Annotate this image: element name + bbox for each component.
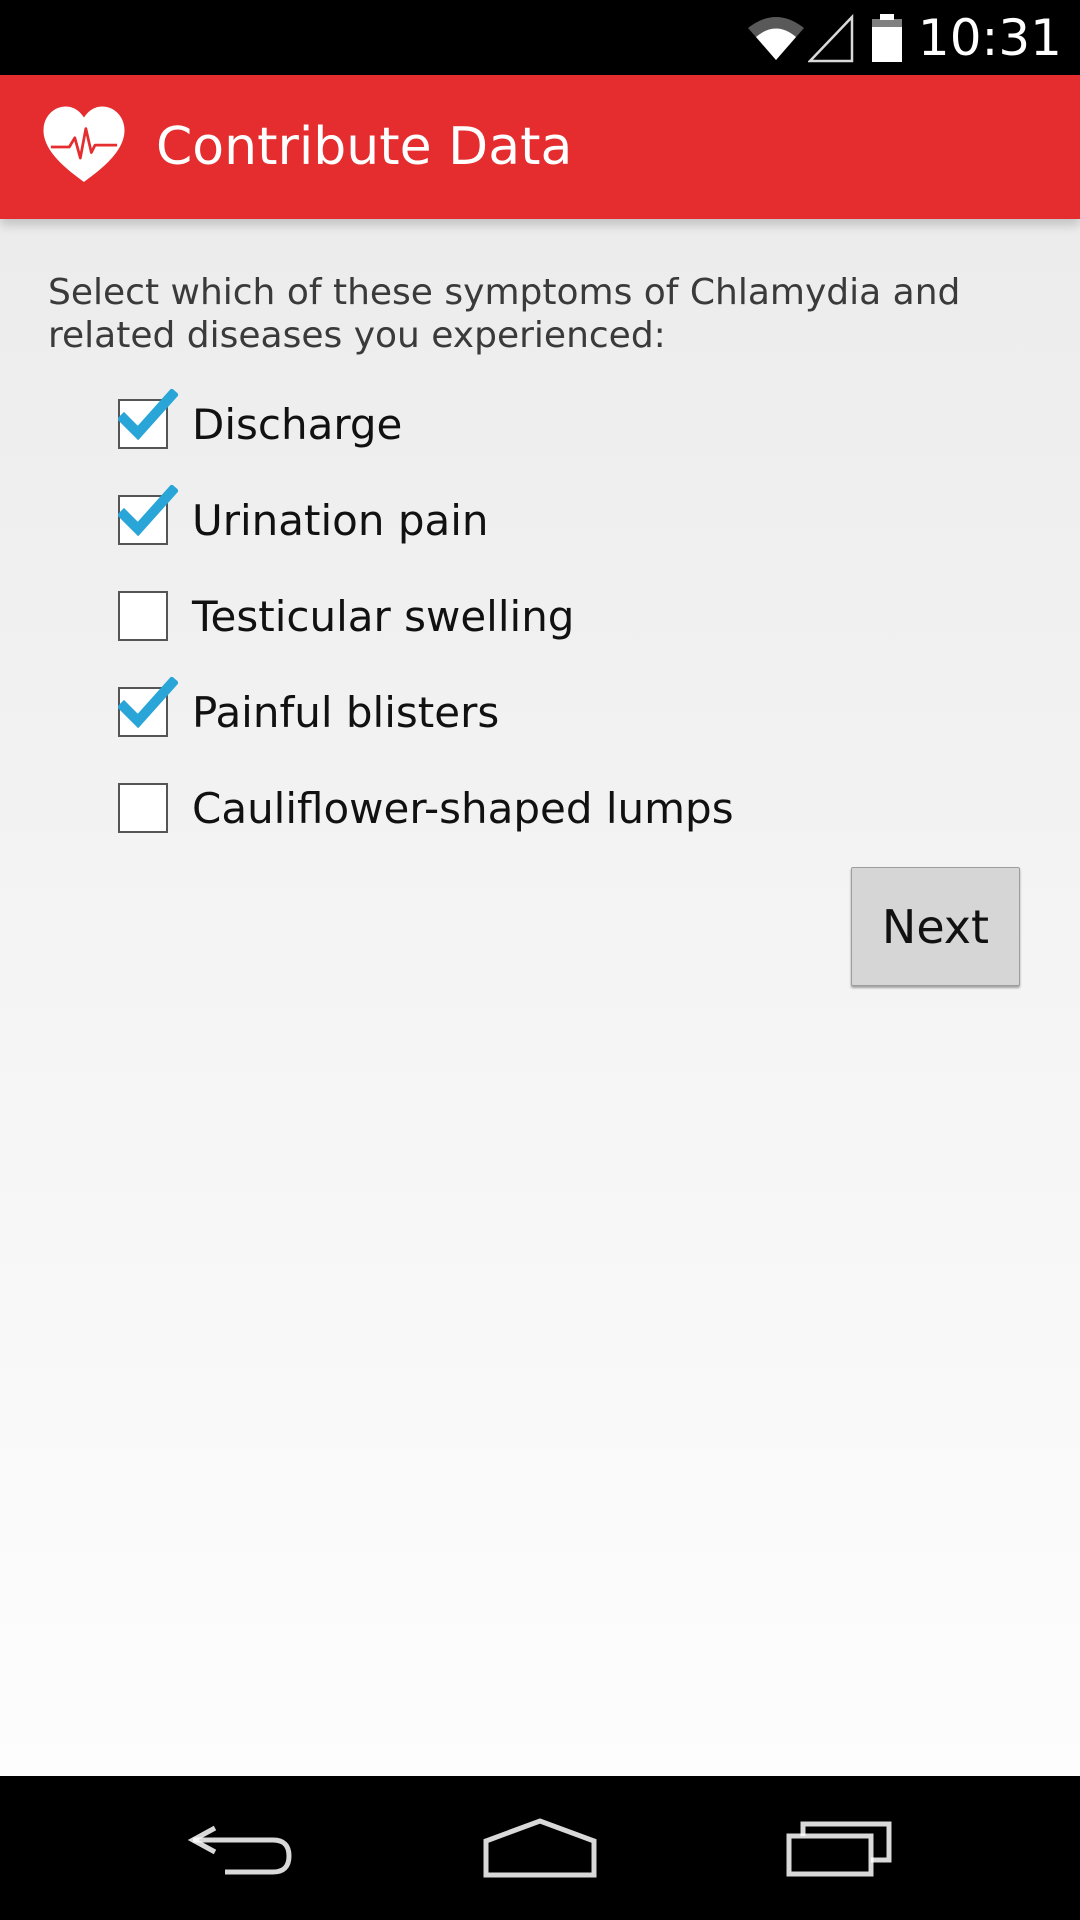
home-icon <box>483 1818 597 1878</box>
home-button[interactable] <box>460 1776 620 1920</box>
checkbox-urination-pain[interactable] <box>118 485 178 545</box>
back-button[interactable] <box>160 1776 320 1920</box>
option-urination-pain[interactable]: Urination pain <box>118 485 489 550</box>
battery-icon <box>871 13 902 62</box>
option-label: Urination pain <box>192 495 489 545</box>
symptom-prompt: Select which of these symptoms of Chlamy… <box>48 272 961 356</box>
signal-icon <box>807 13 854 62</box>
recents-button[interactable] <box>760 1776 920 1920</box>
app-title: Contribute Data <box>156 117 573 177</box>
action-bar: Contribute Data <box>0 75 1080 219</box>
option-cauliflower-lumps[interactable]: Cauliflower-shaped lumps <box>118 778 734 838</box>
checkbox-testicular-swelling[interactable] <box>118 591 168 641</box>
option-discharge[interactable]: Discharge <box>118 389 403 454</box>
next-button[interactable]: Next <box>851 867 1020 986</box>
checkbox-cauliflower-lumps[interactable] <box>118 783 168 833</box>
checkbox-discharge[interactable] <box>118 389 178 449</box>
status-time: 10:31 <box>917 8 1062 67</box>
checkmark-icon <box>118 485 178 537</box>
option-painful-blisters[interactable]: Painful blisters <box>118 677 500 742</box>
option-testicular-swelling[interactable]: Testicular swelling <box>118 586 574 646</box>
status-bar: 10:31 <box>0 0 1080 75</box>
back-icon <box>187 1825 292 1875</box>
option-label: Cauliflower-shaped lumps <box>192 783 734 833</box>
heart-pulse-icon <box>43 106 125 182</box>
checkbox-painful-blisters[interactable] <box>118 677 178 737</box>
option-label: Discharge <box>192 399 403 449</box>
nav-bar <box>0 1776 1080 1920</box>
content-area: Select which of these symptoms of Chlamy… <box>0 219 1080 1776</box>
checkmark-icon <box>118 389 178 441</box>
option-label: Painful blisters <box>192 687 500 737</box>
status-icons: 10:31 <box>746 0 1062 75</box>
recents-icon <box>786 1821 892 1877</box>
wifi-icon <box>747 16 804 60</box>
checkmark-icon <box>118 677 178 729</box>
option-label: Testicular swelling <box>192 591 575 641</box>
